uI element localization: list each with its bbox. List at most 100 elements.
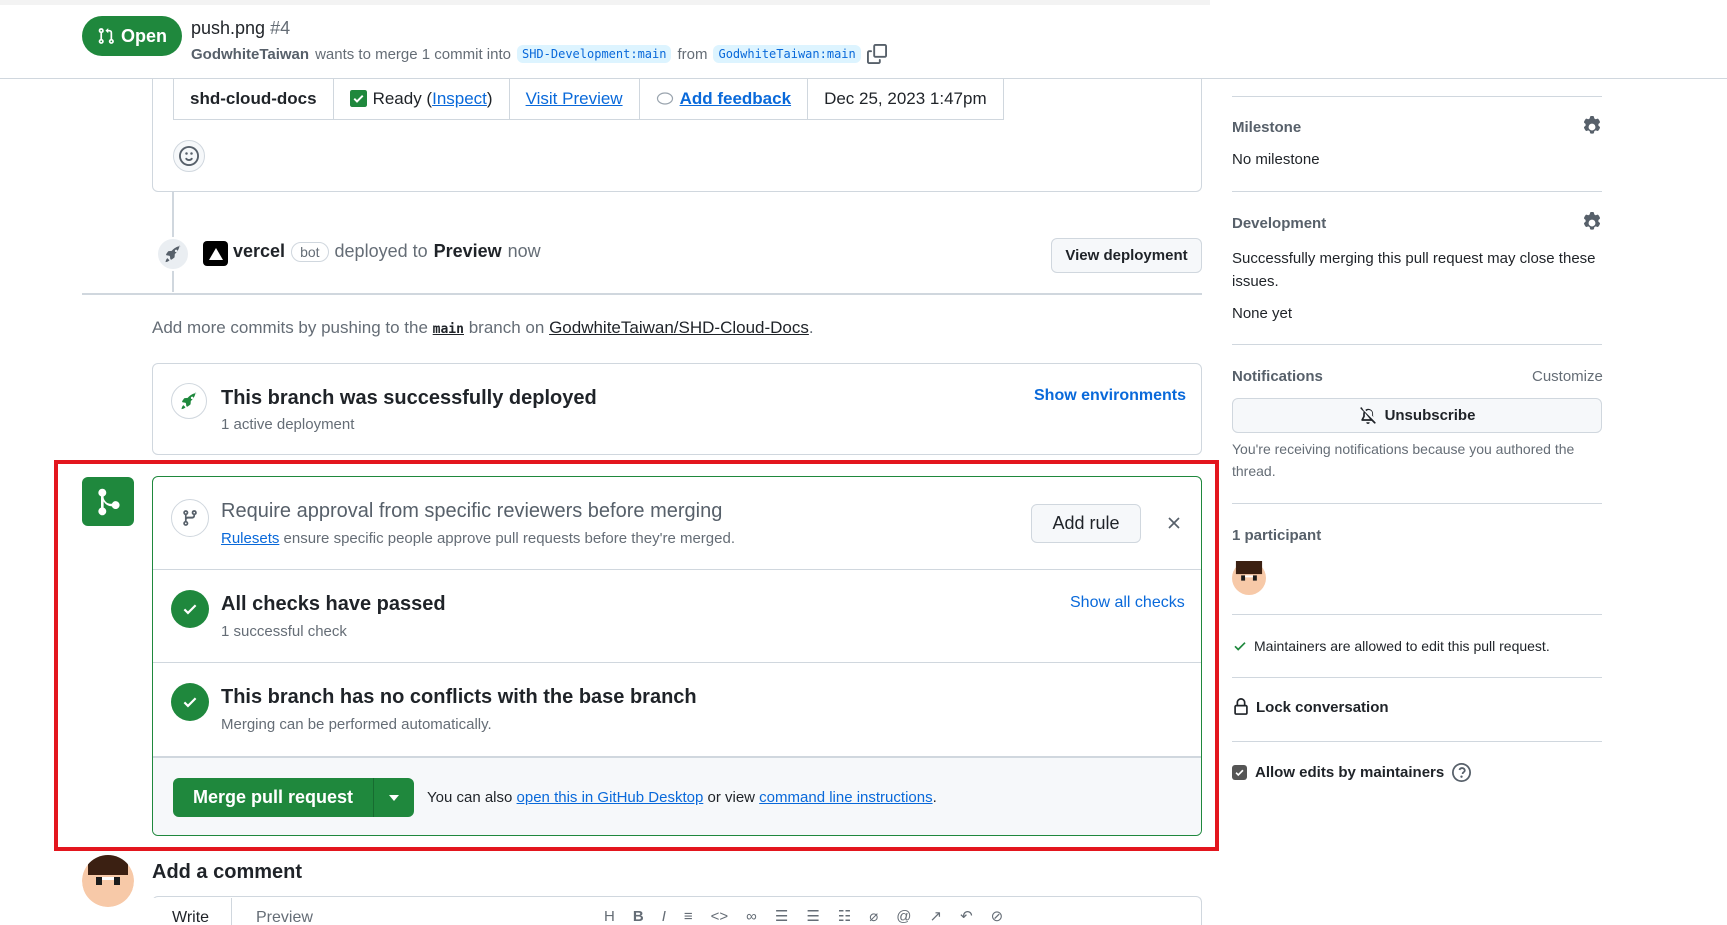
mention-icon[interactable]: @ <box>896 908 911 925</box>
from-text: from <box>677 45 708 63</box>
timeline-end-divider <box>82 293 1202 295</box>
unordered-list-icon[interactable]: ☰ <box>806 907 819 925</box>
deploy-when: now <box>507 241 541 261</box>
pr-author-link[interactable]: GodwhiteTaiwan <box>191 46 309 63</box>
development-value: None yet <box>1232 305 1293 322</box>
pr-title: push.png #4 <box>191 18 290 39</box>
tab-preview[interactable]: Preview <box>256 909 313 925</box>
comment-icon <box>656 91 674 106</box>
reply-icon[interactable]: ↶ <box>960 907 973 925</box>
rocket-icon <box>163 244 183 264</box>
slash-command-icon[interactable]: ⊘ <box>991 907 1004 925</box>
preview-env-name: Preview <box>433 241 502 261</box>
maintainers-edit-notice: Maintainers are allowed to edit this pul… <box>1232 638 1550 654</box>
bot-label: bot <box>291 241 329 262</box>
task-list-icon[interactable]: ☷ <box>838 907 851 925</box>
add-commits-prefix: Add more commits by pushing to the <box>152 318 428 337</box>
maintainers-edit-text: Maintainers are allowed to edit this pul… <box>1254 638 1550 654</box>
deployment-event: vercel bot deployed to Preview now <box>233 241 541 262</box>
deployed-subtitle: 1 active deployment <box>221 416 355 433</box>
visit-preview-link[interactable]: Visit Preview <box>526 89 623 109</box>
unsubscribe-label: Unsubscribe <box>1384 407 1476 424</box>
milestone-heading[interactable]: Milestone <box>1232 119 1301 136</box>
copy-icon[interactable] <box>866 44 887 64</box>
open-label: Open <box>120 25 167 46</box>
vercel-logo-icon <box>203 241 228 266</box>
status-close: ) <box>486 88 493 108</box>
project-cell: shd-cloud-docs <box>174 78 334 119</box>
development-text: Successfully merging this pull request m… <box>1232 250 1596 290</box>
lock-label: Lock conversation <box>1256 698 1389 716</box>
code-icon[interactable]: <> <box>711 908 729 925</box>
deployed-rocket-badge <box>171 383 207 419</box>
feedback-cell: Add feedback <box>640 78 809 119</box>
attach-icon[interactable]: ⌀ <box>869 907 878 925</box>
pr-header <box>0 5 1727 79</box>
bold-icon[interactable]: B <box>633 908 644 925</box>
timeline-rocket-badge <box>156 237 190 271</box>
add-reaction-button[interactable] <box>173 140 205 172</box>
repo-link[interactable]: GodwhiteTaiwan/SHD-Cloud-Docs <box>549 318 809 337</box>
view-deployment-button[interactable]: View deployment <box>1051 238 1202 273</box>
question-icon[interactable] <box>1452 763 1472 782</box>
main-branch-code[interactable]: main <box>433 322 464 337</box>
deployed-title: This branch was successfully deployed <box>221 387 597 409</box>
tab-write[interactable]: Write <box>152 898 232 925</box>
link-icon[interactable]: ∞ <box>746 908 757 925</box>
show-environments-link[interactable]: Show environments <box>1034 387 1186 405</box>
merge-text: wants to merge 1 commit into <box>315 45 511 63</box>
rocket-green-icon <box>179 391 199 411</box>
sidebar-divider <box>1232 741 1602 742</box>
add-commits-middle: branch on <box>468 318 545 337</box>
add-commits-suffix: . <box>808 318 814 337</box>
add-feedback-link[interactable]: Add feedback <box>680 89 791 109</box>
allow-edits-row: Allow edits by maintainers <box>1232 763 1472 782</box>
notifications-heading: Notifications <box>1232 368 1323 385</box>
vercel-actor-link[interactable]: vercel <box>233 241 285 262</box>
sidebar-divider <box>1232 344 1602 345</box>
sidebar-divider <box>1232 677 1602 678</box>
notification-reason: You're receiving notifications because y… <box>1232 441 1575 479</box>
sidebar-divider <box>1232 191 1602 192</box>
italic-icon[interactable]: I <box>662 908 666 925</box>
gear-icon[interactable] <box>1581 116 1603 138</box>
open-status-badge: Open <box>82 16 182 56</box>
ordered-list-icon[interactable]: ☰ <box>775 907 788 925</box>
user-avatar[interactable] <box>82 855 134 907</box>
heading-icon[interactable]: H <box>604 908 615 925</box>
customize-link[interactable]: Customize <box>1532 368 1603 385</box>
highlight-annotation-box <box>54 460 1219 851</box>
sidebar-divider <box>1232 96 1602 97</box>
participants-heading: 1 participant <box>1232 527 1322 544</box>
add-more-commits-text: Add more commits by pushing to the main … <box>152 318 814 338</box>
reference-icon[interactable]: ↗ <box>929 907 942 925</box>
date-cell: Dec 25, 2023 1:47pm <box>808 78 1003 119</box>
deploy-date: Dec 25, 2023 1:47pm <box>824 88 987 108</box>
unsubscribe-button[interactable]: Unsubscribe <box>1232 398 1602 433</box>
deployed-to-text: deployed to <box>334 241 428 261</box>
milestone-value: No milestone <box>1232 151 1320 168</box>
lock-icon <box>1232 698 1250 716</box>
checkbox-green-icon <box>349 90 367 107</box>
sidebar-divider <box>1232 503 1602 504</box>
status-ready: Ready ( <box>372 88 433 108</box>
base-branch-chip[interactable]: SHD-Development:main <box>516 45 672 63</box>
participant-avatar[interactable] <box>1232 561 1266 595</box>
pr-title-text: push.png <box>191 18 266 38</box>
development-heading[interactable]: Development <box>1232 215 1326 232</box>
check-icon <box>1232 638 1248 654</box>
inspect-link[interactable]: Inspect <box>432 89 487 108</box>
pr-number: #4 <box>270 18 291 38</box>
lock-conversation-link[interactable]: Lock conversation <box>1232 698 1389 716</box>
project-name: shd-cloud-docs <box>190 88 317 108</box>
deployment-table: shd-cloud-docs Ready (Inspect) Visit Pre… <box>173 78 1004 120</box>
head-branch-chip[interactable]: GodwhiteTaiwan:main <box>713 45 861 63</box>
pr-subtitle: GodwhiteTaiwan wants to merge 1 commit i… <box>191 44 887 64</box>
allow-edits-checkbox[interactable] <box>1232 765 1247 780</box>
gear-icon[interactable] <box>1581 212 1603 234</box>
add-comment-heading: Add a comment <box>152 861 303 883</box>
status-cell: Ready (Inspect) <box>334 78 510 119</box>
pull-request-icon <box>97 27 115 45</box>
quote-icon[interactable]: ≡ <box>684 908 693 925</box>
preview-cell: Visit Preview <box>510 78 640 119</box>
